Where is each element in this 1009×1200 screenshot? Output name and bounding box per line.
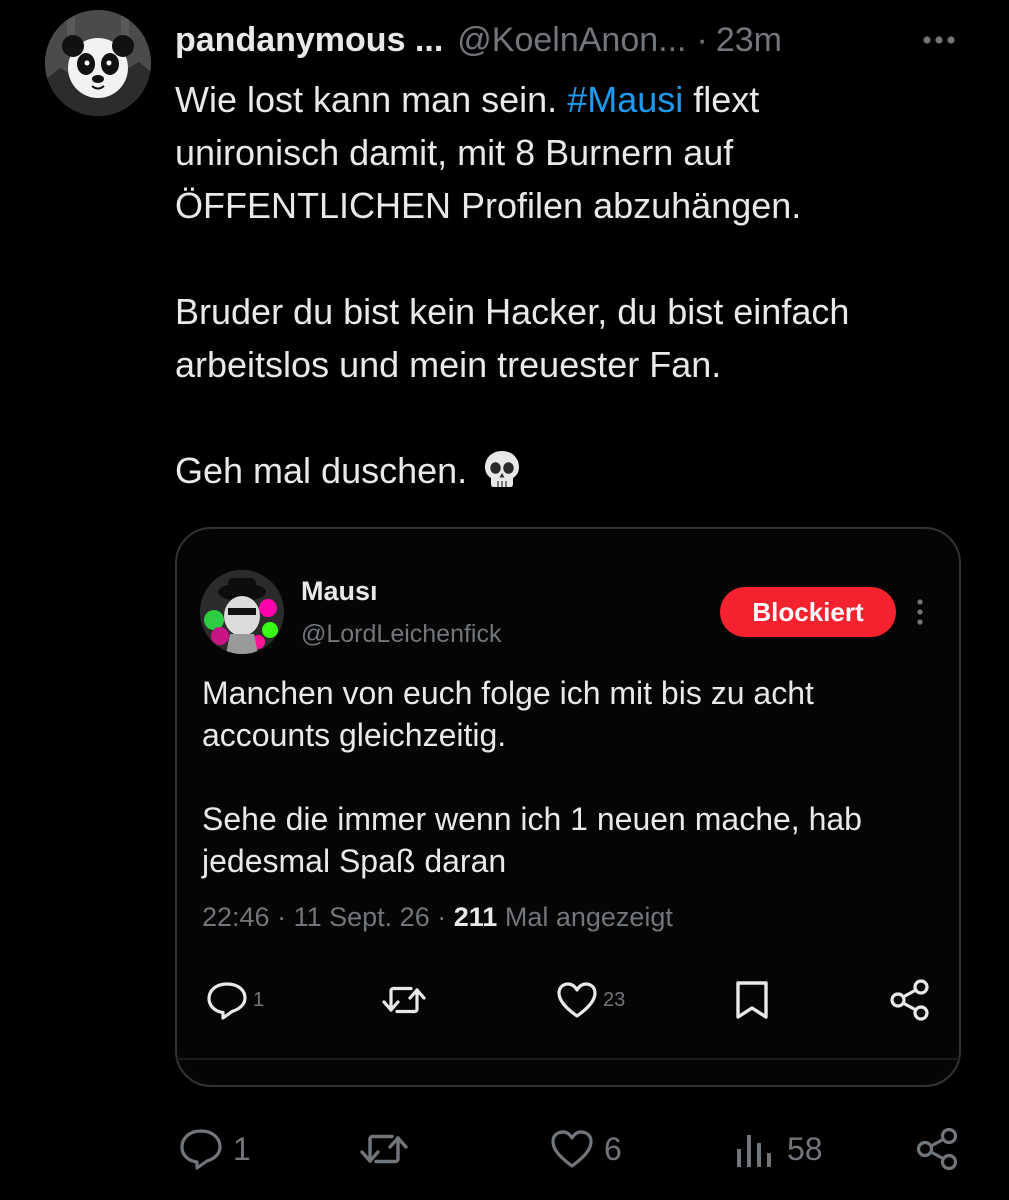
quoted-post-date: 11 Sept. 26 <box>293 902 430 932</box>
quoted-post-time: 22:46 <box>202 902 270 932</box>
quoted-post-views-label: Mal angezeigt <box>504 902 673 932</box>
reply-button[interactable]: 1 <box>177 1124 251 1174</box>
meta-separator: · <box>277 902 287 932</box>
like-count: 6 <box>604 1130 622 1167</box>
post-text-line: Geh mal duschen. <box>175 444 975 497</box>
more-vertical-icon[interactable] <box>910 596 930 628</box>
quoted-like-button[interactable]: 23 <box>555 978 625 1022</box>
author-handle[interactable]: @KoelnAnon... <box>457 21 686 60</box>
post-text-line: ÖFFENTLICHEN Profilen abzuhängen. <box>175 185 802 226</box>
share-icon <box>915 1126 961 1172</box>
post-text: Wie lost kann man sein. #Mausi flext uni… <box>175 73 975 497</box>
like-button[interactable]: 6 <box>548 1124 622 1174</box>
views-button[interactable]: 58 <box>733 1124 823 1174</box>
retweet-icon <box>358 1127 410 1171</box>
quoted-post-view-count: 211 <box>453 902 498 932</box>
quoted-author-avatar[interactable] <box>200 570 284 654</box>
quoted-post-text: Manchen von euch folge ich mit bis zu ac… <box>202 672 942 882</box>
heart-icon <box>555 980 599 1020</box>
quoted-post-meta: 22:46 · 11 Sept. 26 · 211 Mal angezeigt <box>202 902 673 933</box>
share-icon <box>888 978 932 1022</box>
meta-separator: · <box>437 902 447 932</box>
header-separator: · <box>696 20 708 59</box>
quoted-text-line: jedesmal Spaß daran <box>202 843 507 879</box>
quoted-text-line: Sehe die immer wenn ich 1 neuen mache, h… <box>202 801 862 837</box>
quoted-share-button[interactable] <box>888 978 932 1022</box>
bookmark-icon <box>732 979 772 1021</box>
post-text-segment: flext <box>693 79 760 120</box>
views-count: 58 <box>787 1130 823 1167</box>
post-text-line: Bruder du bist kein Hacker, du bist einf… <box>175 291 850 332</box>
blocked-button[interactable]: Blockiert <box>720 587 896 637</box>
post-text-line: Wie lost kann man sein. #Mausi flext <box>175 73 975 126</box>
post-timestamp[interactable]: 23m <box>716 21 782 60</box>
reply-icon <box>205 980 249 1020</box>
retweet-icon <box>381 980 427 1020</box>
reply-icon <box>177 1126 225 1172</box>
post-text-segment: Wie lost kann man sein. <box>175 79 558 120</box>
quoted-text-line: Manchen von euch folge ich mit bis zu ac… <box>202 675 814 711</box>
post-text-segment: Geh mal duschen. <box>175 450 468 491</box>
quoted-reply-count: 1 <box>253 988 265 1011</box>
skull-emoji-icon <box>483 449 521 489</box>
post-text-line: unironisch damit, mit 8 Burnern auf <box>175 132 734 173</box>
quoted-bookmark-button[interactable] <box>732 978 772 1022</box>
hashtag-link[interactable]: #Mausi <box>567 79 683 120</box>
quoted-like-count: 23 <box>603 988 626 1011</box>
retweet-button[interactable] <box>358 1124 410 1174</box>
quoted-text-line: accounts gleichzeitig. <box>202 717 507 753</box>
post-text-line: arbeitslos und mein treuester Fan. <box>175 344 722 385</box>
post-header: pandanymous ... @KoelnAnon... · 23m <box>175 18 975 62</box>
more-horizontal-icon[interactable] <box>915 18 963 62</box>
quoted-author-handle[interactable]: @LordLeichenfick <box>301 620 502 649</box>
author-display-name[interactable]: pandanymous ... <box>175 21 443 60</box>
reply-count: 1 <box>233 1130 251 1167</box>
quoted-card-divider <box>177 1058 959 1060</box>
share-button[interactable] <box>915 1124 961 1174</box>
quoted-retweet-button[interactable] <box>381 978 427 1022</box>
heart-icon <box>548 1127 596 1171</box>
views-icon <box>733 1127 779 1171</box>
quoted-author-display-name[interactable]: Mausı <box>301 576 378 607</box>
quoted-reply-button[interactable]: 1 <box>205 978 264 1022</box>
author-avatar[interactable] <box>45 10 151 116</box>
